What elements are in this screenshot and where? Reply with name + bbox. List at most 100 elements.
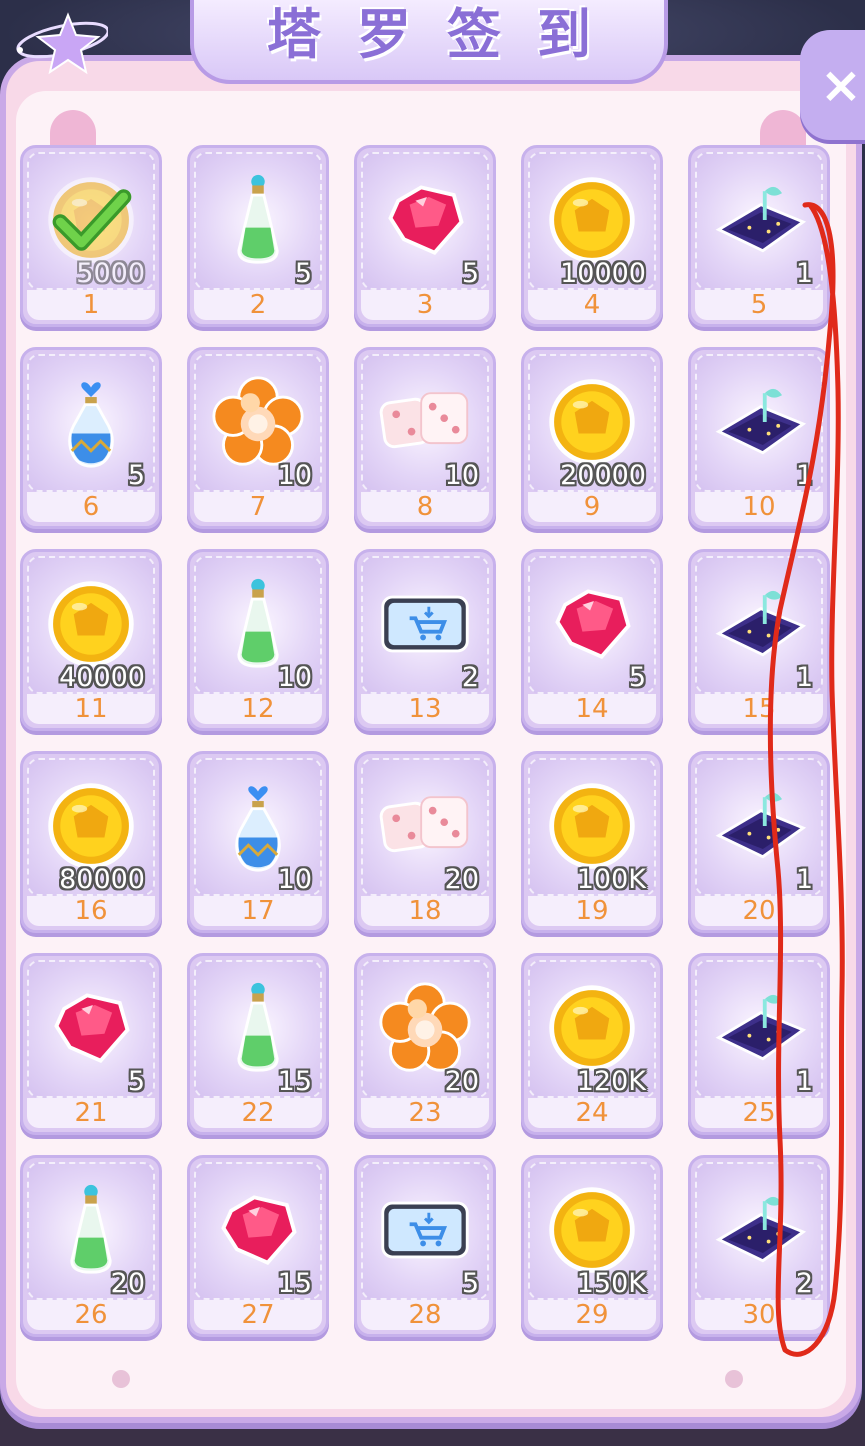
- day-cell-28[interactable]: 5 28: [354, 1155, 496, 1337]
- day-cell-24[interactable]: 120K 24: [521, 953, 663, 1135]
- day-label-bar: 25: [695, 1098, 823, 1128]
- reward-quantity: 10000: [560, 258, 646, 289]
- reward-area: 10: [361, 354, 489, 492]
- reward-quantity: 5: [127, 1066, 145, 1097]
- reward-area: 10: [194, 354, 322, 492]
- day-label-bar: 9: [528, 492, 656, 522]
- coin-icon: [544, 778, 640, 874]
- day-cell-13[interactable]: 2 13: [354, 549, 496, 731]
- day-label-bar: 16: [27, 896, 155, 926]
- day-number: 4: [583, 290, 601, 320]
- day-cell-23[interactable]: 20 23: [354, 953, 496, 1135]
- day-cell-25[interactable]: 1 25: [688, 953, 830, 1135]
- dice-icon: [377, 374, 473, 470]
- reward-quantity: 5000: [76, 258, 145, 289]
- ruby-icon: [210, 1182, 306, 1278]
- reward-quantity: 20000: [560, 460, 646, 491]
- day-cell-2[interactable]: 52: [187, 145, 329, 327]
- flower-icon: [377, 980, 473, 1076]
- day-cell-18[interactable]: 20 18: [354, 751, 496, 933]
- day-cell-4[interactable]: 10000 4: [521, 145, 663, 327]
- reward-quantity: 1: [795, 460, 813, 491]
- reward-quantity: 1: [795, 662, 813, 693]
- day-cell-5[interactable]: 15: [688, 145, 830, 327]
- tarot-card-icon: [711, 980, 807, 1076]
- reward-quantity: 10: [277, 460, 312, 491]
- day-cell-3[interactable]: 53: [354, 145, 496, 327]
- reward-area: 40000: [27, 556, 155, 694]
- reward-quantity: 80000: [59, 864, 145, 895]
- day-cell-19[interactable]: 100K 19: [521, 751, 663, 933]
- blue-potion-icon: [210, 778, 306, 874]
- reward-area: 1: [695, 152, 823, 290]
- day-cell-8[interactable]: 10 8: [354, 347, 496, 529]
- day-cell-29[interactable]: 150K 29: [521, 1155, 663, 1337]
- day-label-bar: 23: [361, 1098, 489, 1128]
- reward-area: 100K: [528, 758, 656, 896]
- reward-quantity: 1: [795, 258, 813, 289]
- day-number: 14: [575, 694, 609, 724]
- day-number: 22: [241, 1098, 275, 1128]
- day-label-bar: 8: [361, 492, 489, 522]
- cart-ticket-icon: [377, 576, 473, 672]
- reward-quantity: 20: [110, 1268, 145, 1299]
- day-cell-15[interactable]: 1 15: [688, 549, 830, 731]
- check-icon: [43, 172, 139, 268]
- reward-area: 1: [695, 354, 823, 492]
- tarot-card-icon: [711, 374, 807, 470]
- reward-quantity: 10: [277, 662, 312, 693]
- day-label-bar: 3: [361, 290, 489, 320]
- day-cell-20[interactable]: 1 20: [688, 751, 830, 933]
- reward-area: 20000: [528, 354, 656, 492]
- day-cell-22[interactable]: 15 22: [187, 953, 329, 1135]
- day-label-bar: 2: [194, 290, 322, 320]
- day-label-bar: 10: [695, 492, 823, 522]
- reward-quantity: 40000: [59, 662, 145, 693]
- reward-quantity: 150K: [576, 1268, 646, 1299]
- day-cell-17[interactable]: 10 17: [187, 751, 329, 933]
- day-number: 19: [575, 896, 609, 926]
- reward-area: 150K: [528, 1162, 656, 1300]
- day-cell-14[interactable]: 5 14: [521, 549, 663, 731]
- day-number: 16: [74, 896, 108, 926]
- day-number: 2: [249, 290, 267, 320]
- day-number: 30: [742, 1300, 776, 1330]
- reward-quantity: 15: [277, 1268, 312, 1299]
- day-cell-16[interactable]: 80000 16: [20, 751, 162, 933]
- day-cell-7[interactable]: 10 7: [187, 347, 329, 529]
- coin-icon: [544, 1182, 640, 1278]
- day-cell-9[interactable]: 20000 9: [521, 347, 663, 529]
- day-number: 23: [408, 1098, 442, 1128]
- day-label-bar: 13: [361, 694, 489, 724]
- day-cell-10[interactable]: 1 10: [688, 347, 830, 529]
- day-label-bar: 20: [695, 896, 823, 926]
- reward-area: 5000: [27, 152, 155, 290]
- day-cell-1[interactable]: 5000 1: [20, 145, 162, 327]
- reward-area: 5: [361, 1162, 489, 1300]
- day-cell-11[interactable]: 40000 11: [20, 549, 162, 731]
- reward-quantity: 2: [461, 662, 479, 693]
- tarot-card-icon: [711, 1182, 807, 1278]
- day-number: 13: [408, 694, 442, 724]
- day-number: 7: [249, 492, 267, 522]
- tarot-card-icon: [711, 778, 807, 874]
- coin-icon: [544, 172, 640, 268]
- day-cell-30[interactable]: 2 30: [688, 1155, 830, 1337]
- day-cell-27[interactable]: 15 27: [187, 1155, 329, 1337]
- reward-area: 10: [194, 556, 322, 694]
- coin-icon: [544, 374, 640, 470]
- day-label-bar: 21: [27, 1098, 155, 1128]
- reward-area: 120K: [528, 960, 656, 1098]
- day-cell-6[interactable]: 56: [20, 347, 162, 529]
- day-cell-12[interactable]: 10 12: [187, 549, 329, 731]
- ruby-icon: [544, 576, 640, 672]
- day-cell-26[interactable]: 20 26: [20, 1155, 162, 1337]
- day-number: 8: [416, 492, 434, 522]
- close-button[interactable]: ×: [800, 30, 865, 140]
- day-number: 29: [575, 1300, 609, 1330]
- day-number: 5: [750, 290, 768, 320]
- flower-icon: [210, 374, 306, 470]
- day-number: 9: [583, 492, 601, 522]
- day-cell-21[interactable]: 5 21: [20, 953, 162, 1135]
- day-number: 6: [82, 492, 100, 522]
